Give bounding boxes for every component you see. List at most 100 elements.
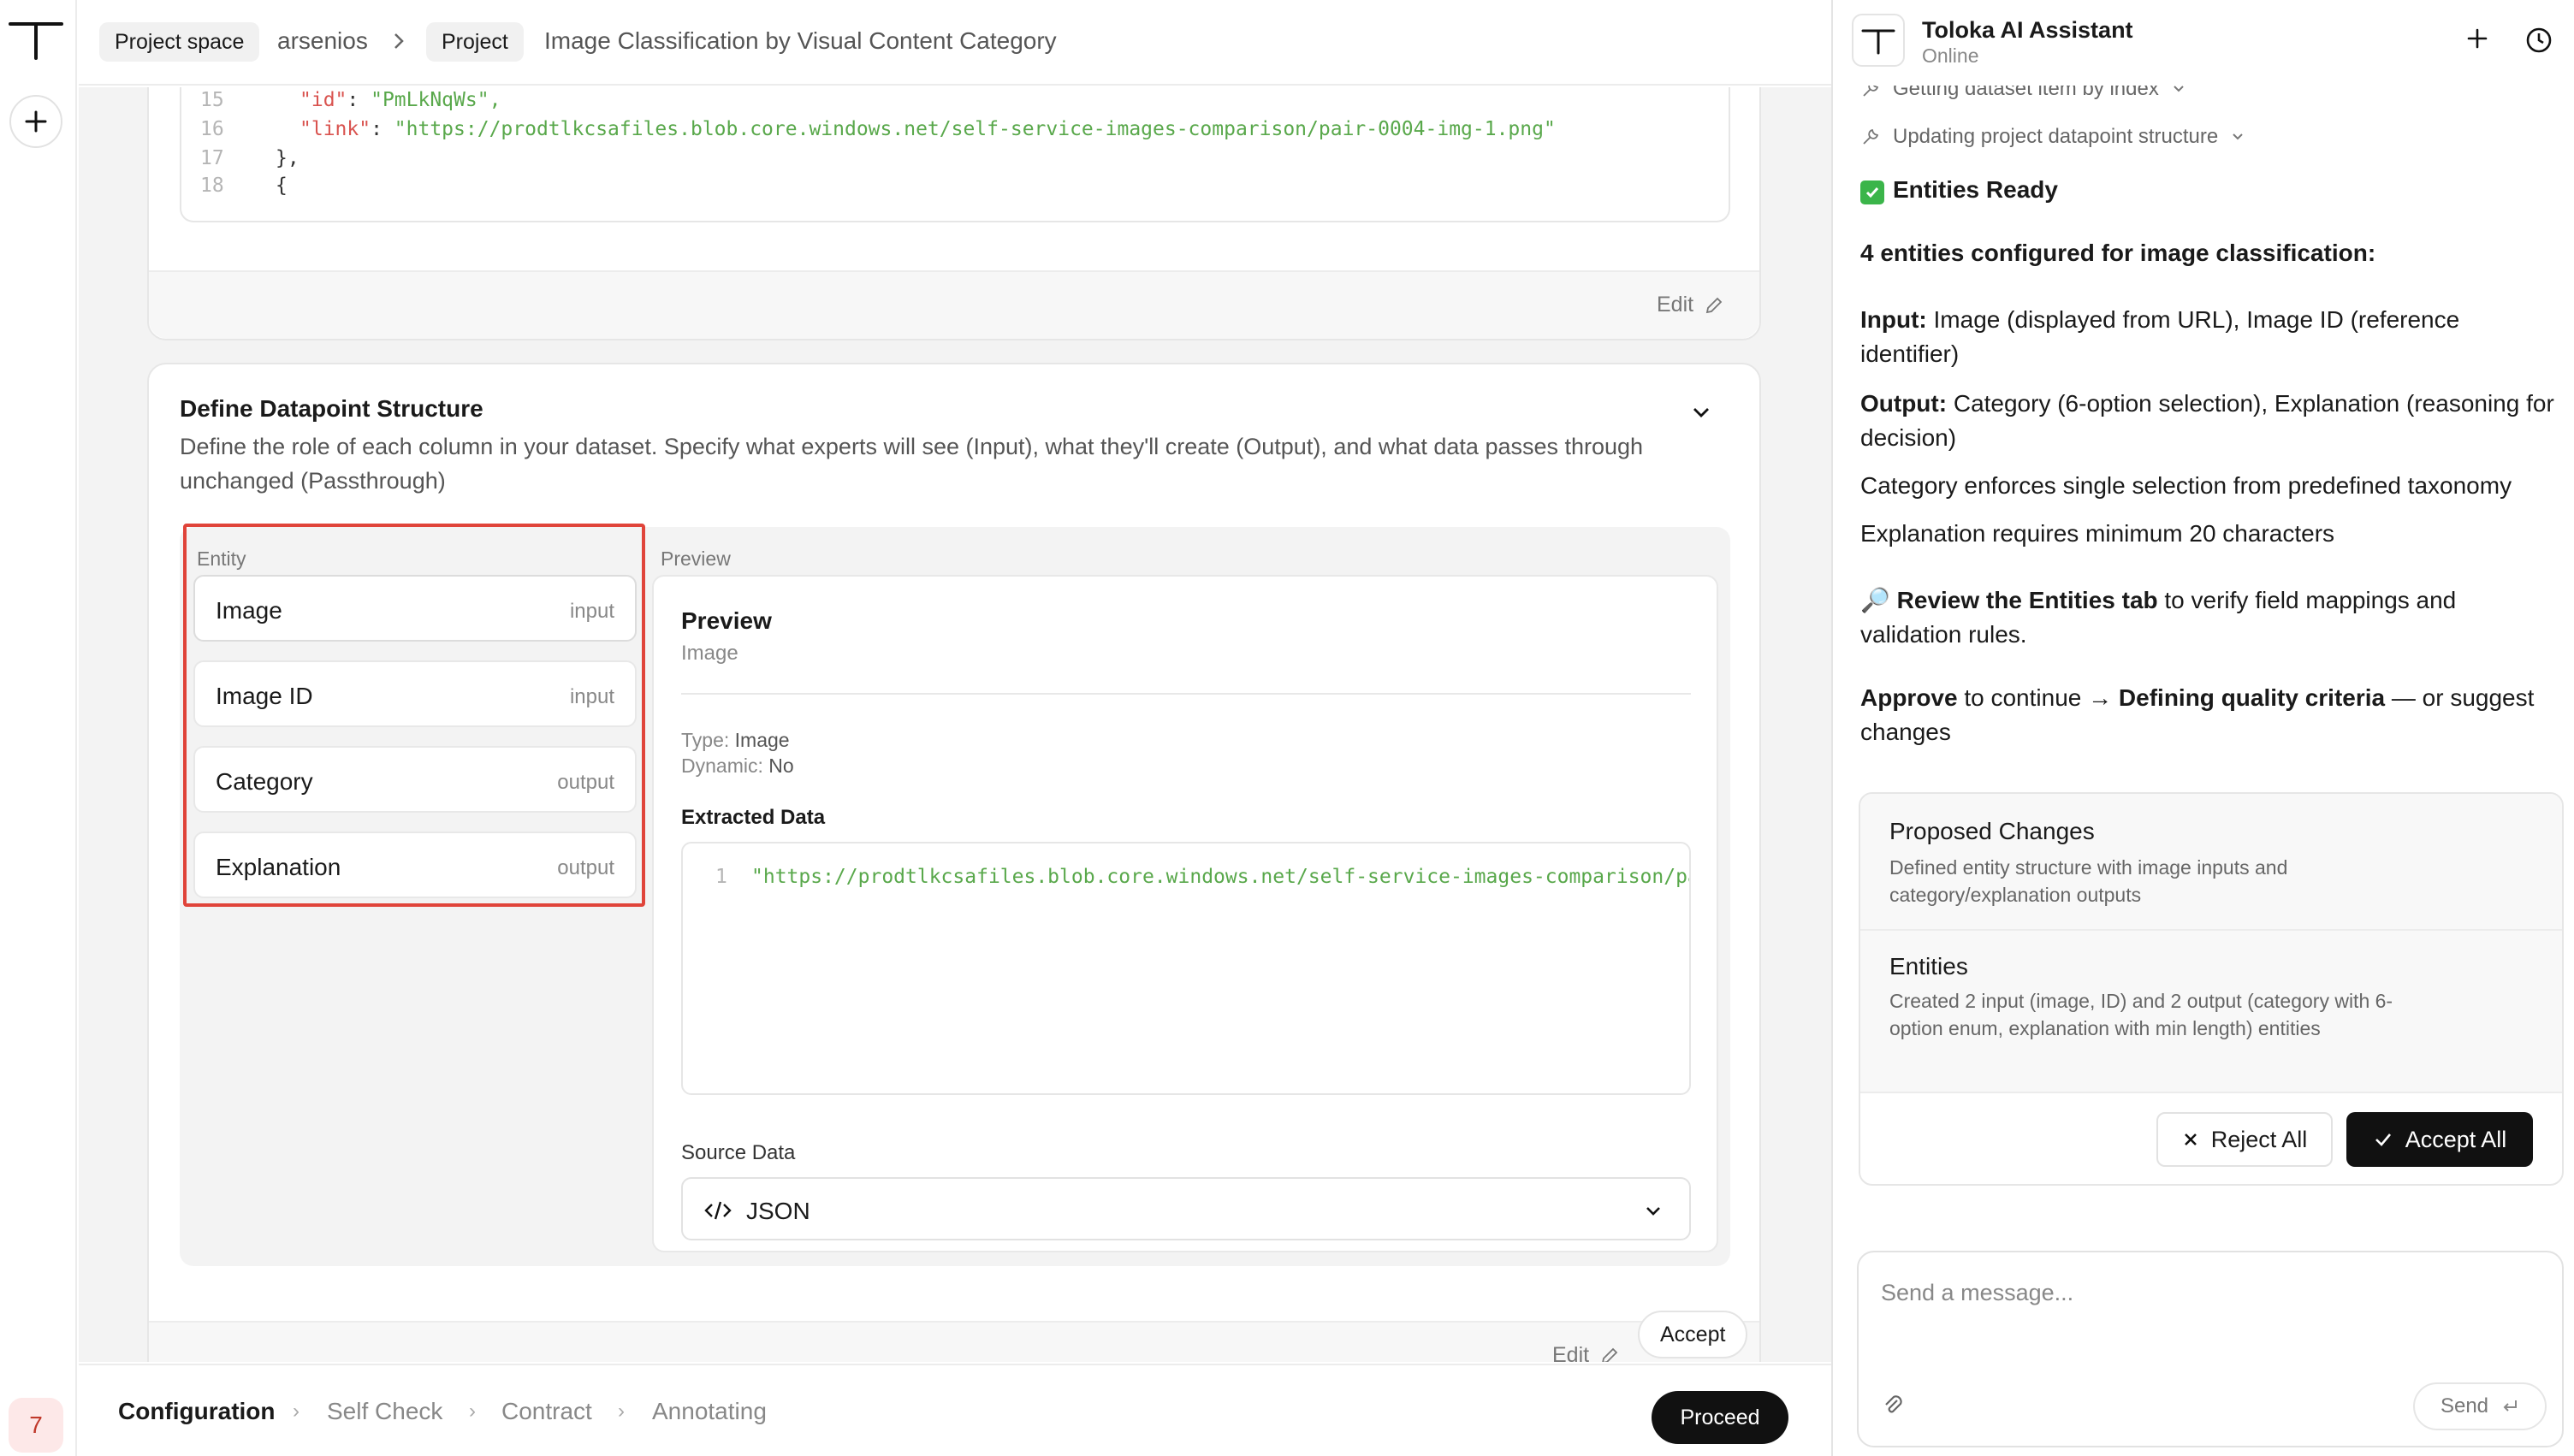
edit-label: Edit <box>1657 293 1694 317</box>
top-bar: Project space arsenios Project Image Cla… <box>79 0 1831 86</box>
tool-call-label: Updating project datapoint structure <box>1893 125 2219 148</box>
new-chat-button[interactable] <box>2464 26 2490 51</box>
entity-role: input <box>569 685 614 708</box>
main-content: 14 { 15 "id": "PmLkNqWs", 16 "link": "ht… <box>79 87 1831 1362</box>
step-separator: › <box>618 1400 625 1423</box>
assistant-avatar <box>1852 14 1905 67</box>
check-icon <box>2375 1133 2391 1146</box>
message-composer: Send a message... Send <box>1857 1251 2564 1447</box>
pencil-icon <box>1705 297 1723 313</box>
pencil-icon <box>1602 1347 1618 1362</box>
preview-title: Preview <box>681 607 772 634</box>
accept-all-button[interactable]: Accept All <box>2346 1112 2533 1167</box>
step-self-check[interactable]: Self Check <box>327 1398 442 1425</box>
preview-column-label: Preview <box>661 547 731 570</box>
breadcrumb-workspace[interactable]: arsenios <box>277 27 368 55</box>
notification-badge[interactable]: 7 <box>9 1398 63 1453</box>
reject-all-button[interactable]: Reject All <box>2156 1112 2333 1167</box>
breadcrumb-chevron-icon <box>390 29 407 53</box>
extracted-data-heading: Extracted Data <box>681 806 826 829</box>
dataset-sample-card: 14 { 15 "id": "PmLkNqWs", 16 "link": "ht… <box>147 87 1761 340</box>
card-footer: Edit <box>149 270 1759 339</box>
entity-name: Category <box>216 768 313 795</box>
send-button[interactable]: Send <box>2413 1382 2547 1430</box>
code-brackets-icon <box>703 1199 732 1222</box>
assistant-messages[interactable]: Getting dataset item by index Updating p… <box>1833 0 2574 1232</box>
proceed-button[interactable]: Proceed <box>1652 1391 1788 1444</box>
preview-type: Type: Image <box>681 729 790 751</box>
source-data-select[interactable]: JSON <box>681 1177 1691 1240</box>
section-description: Defined entity structure with image inpu… <box>1889 856 2288 906</box>
approve-message: Approve to continue → Defining quality c… <box>1860 684 2535 745</box>
section-title: Proposed Changes <box>1889 818 2095 844</box>
reject-all-label: Reject All <box>2210 1126 2308 1152</box>
card-footer: Edit <box>149 1321 1759 1362</box>
collapse-chevron-icon[interactable] <box>1689 400 1713 424</box>
entity-item-image[interactable]: Image input <box>193 575 637 642</box>
code-viewer[interactable]: 14 { 15 "id": "PmLkNqWs", 16 "link": "ht… <box>180 87 1730 222</box>
section-title: Entities <box>1889 953 1968 980</box>
entity-preview-panel: Entity Image input Image ID input Catego… <box>180 524 1730 1266</box>
assistant-status: Online <box>1922 44 1979 67</box>
summary-heading: 4 entities configured for image classifi… <box>1860 240 2376 266</box>
chevron-down-icon <box>1643 1201 1664 1222</box>
breadcrumb-project[interactable]: Project <box>426 22 524 62</box>
review-message: 🔎 Review the Entities tab to verify fiel… <box>1860 587 2457 648</box>
entity-item-image-id[interactable]: Image ID input <box>193 660 637 727</box>
section-description: Created 2 input (image, ID) and 2 output… <box>1889 990 2393 1039</box>
tool-call-item[interactable]: Updating project datapoint structure <box>1860 125 2245 149</box>
history-button[interactable] <box>2524 26 2553 55</box>
enter-key-icon <box>2503 1400 2518 1412</box>
proposed-changes-section: Proposed Changes Defined entity structur… <box>1860 794 2562 931</box>
wrench-icon <box>1863 128 1879 145</box>
breadcrumb-project-name: Image Classification by Visual Content C… <box>544 27 1057 54</box>
entity-role: output <box>557 856 614 879</box>
assistant-header: Toloka AI Assistant Online <box>1833 0 2574 86</box>
close-icon <box>2184 1133 2197 1145</box>
entity-name: Explanation <box>216 854 341 880</box>
entity-name: Image <box>216 597 282 624</box>
left-rail: 7 <box>0 0 77 1456</box>
step-separator: › <box>469 1400 476 1423</box>
preview-card: Preview Image Type: Image Dynamic: No Ex… <box>652 575 1718 1252</box>
proposed-changes-card: Proposed Changes Defined entity structur… <box>1859 792 2564 1186</box>
toloka-logo-icon[interactable] <box>9 17 63 60</box>
source-data-heading: Source Data <box>681 1141 796 1164</box>
edit-sample-button[interactable]: Edit <box>1657 293 1724 317</box>
datapoint-structure-card: Define Datapoint Structure Define the ro… <box>147 363 1761 1362</box>
paperclip-icon <box>1885 1395 1902 1413</box>
preview-subtitle: Image <box>681 642 738 665</box>
entity-item-explanation[interactable]: Explanation output <box>193 832 637 898</box>
workflow-stepper: Configuration › Self Check › Contract › … <box>79 1364 1831 1456</box>
step-contract[interactable]: Contract <box>501 1398 592 1425</box>
step-configuration[interactable]: Configuration <box>118 1398 276 1425</box>
section-description: Define the role of each column in your d… <box>180 434 1644 494</box>
new-project-button[interactable] <box>9 95 62 148</box>
toloka-logo-icon <box>1861 29 1895 55</box>
entity-column-label: Entity <box>197 547 246 570</box>
ready-heading: Entities Ready <box>1860 173 2562 207</box>
chevron-down-icon <box>2233 133 2243 140</box>
assistant-name: Toloka AI Assistant <box>1922 17 2133 43</box>
message-input[interactable]: Send a message... <box>1881 1280 2073 1306</box>
entity-name: Image ID <box>216 683 313 709</box>
assistant-panel: Getting dataset item by index Updating p… <box>1831 0 2574 1456</box>
edit-structure-button[interactable]: Edit <box>1552 1343 1620 1362</box>
entities-section: Entities Created 2 input (image, ID) and… <box>1860 931 2562 1093</box>
note-category: Category enforces single selection from … <box>1860 472 2512 499</box>
accept-structure-button[interactable]: Accept <box>1638 1311 1748 1358</box>
accept-all-label: Accept All <box>2405 1126 2507 1152</box>
breadcrumb-project-space[interactable]: Project space <box>99 22 260 62</box>
step-annotating[interactable]: Annotating <box>652 1398 767 1425</box>
step-separator: › <box>293 1400 300 1423</box>
entity-role: output <box>557 771 614 794</box>
entity-item-category[interactable]: Category output <box>193 746 637 813</box>
edit-label: Edit <box>1552 1343 1590 1362</box>
send-label: Send <box>2440 1394 2489 1418</box>
attach-button[interactable] <box>1881 1393 1905 1417</box>
check-mark-icon <box>1860 181 1884 204</box>
clock-icon <box>2526 27 2552 53</box>
preview-dynamic: Dynamic: No <box>681 755 794 777</box>
note-explanation: Explanation requires minimum 20 characte… <box>1860 520 2335 547</box>
extracted-data-viewer[interactable]: 1 "https://prodtlkcsafiles.blob.core.win… <box>681 842 1691 1095</box>
